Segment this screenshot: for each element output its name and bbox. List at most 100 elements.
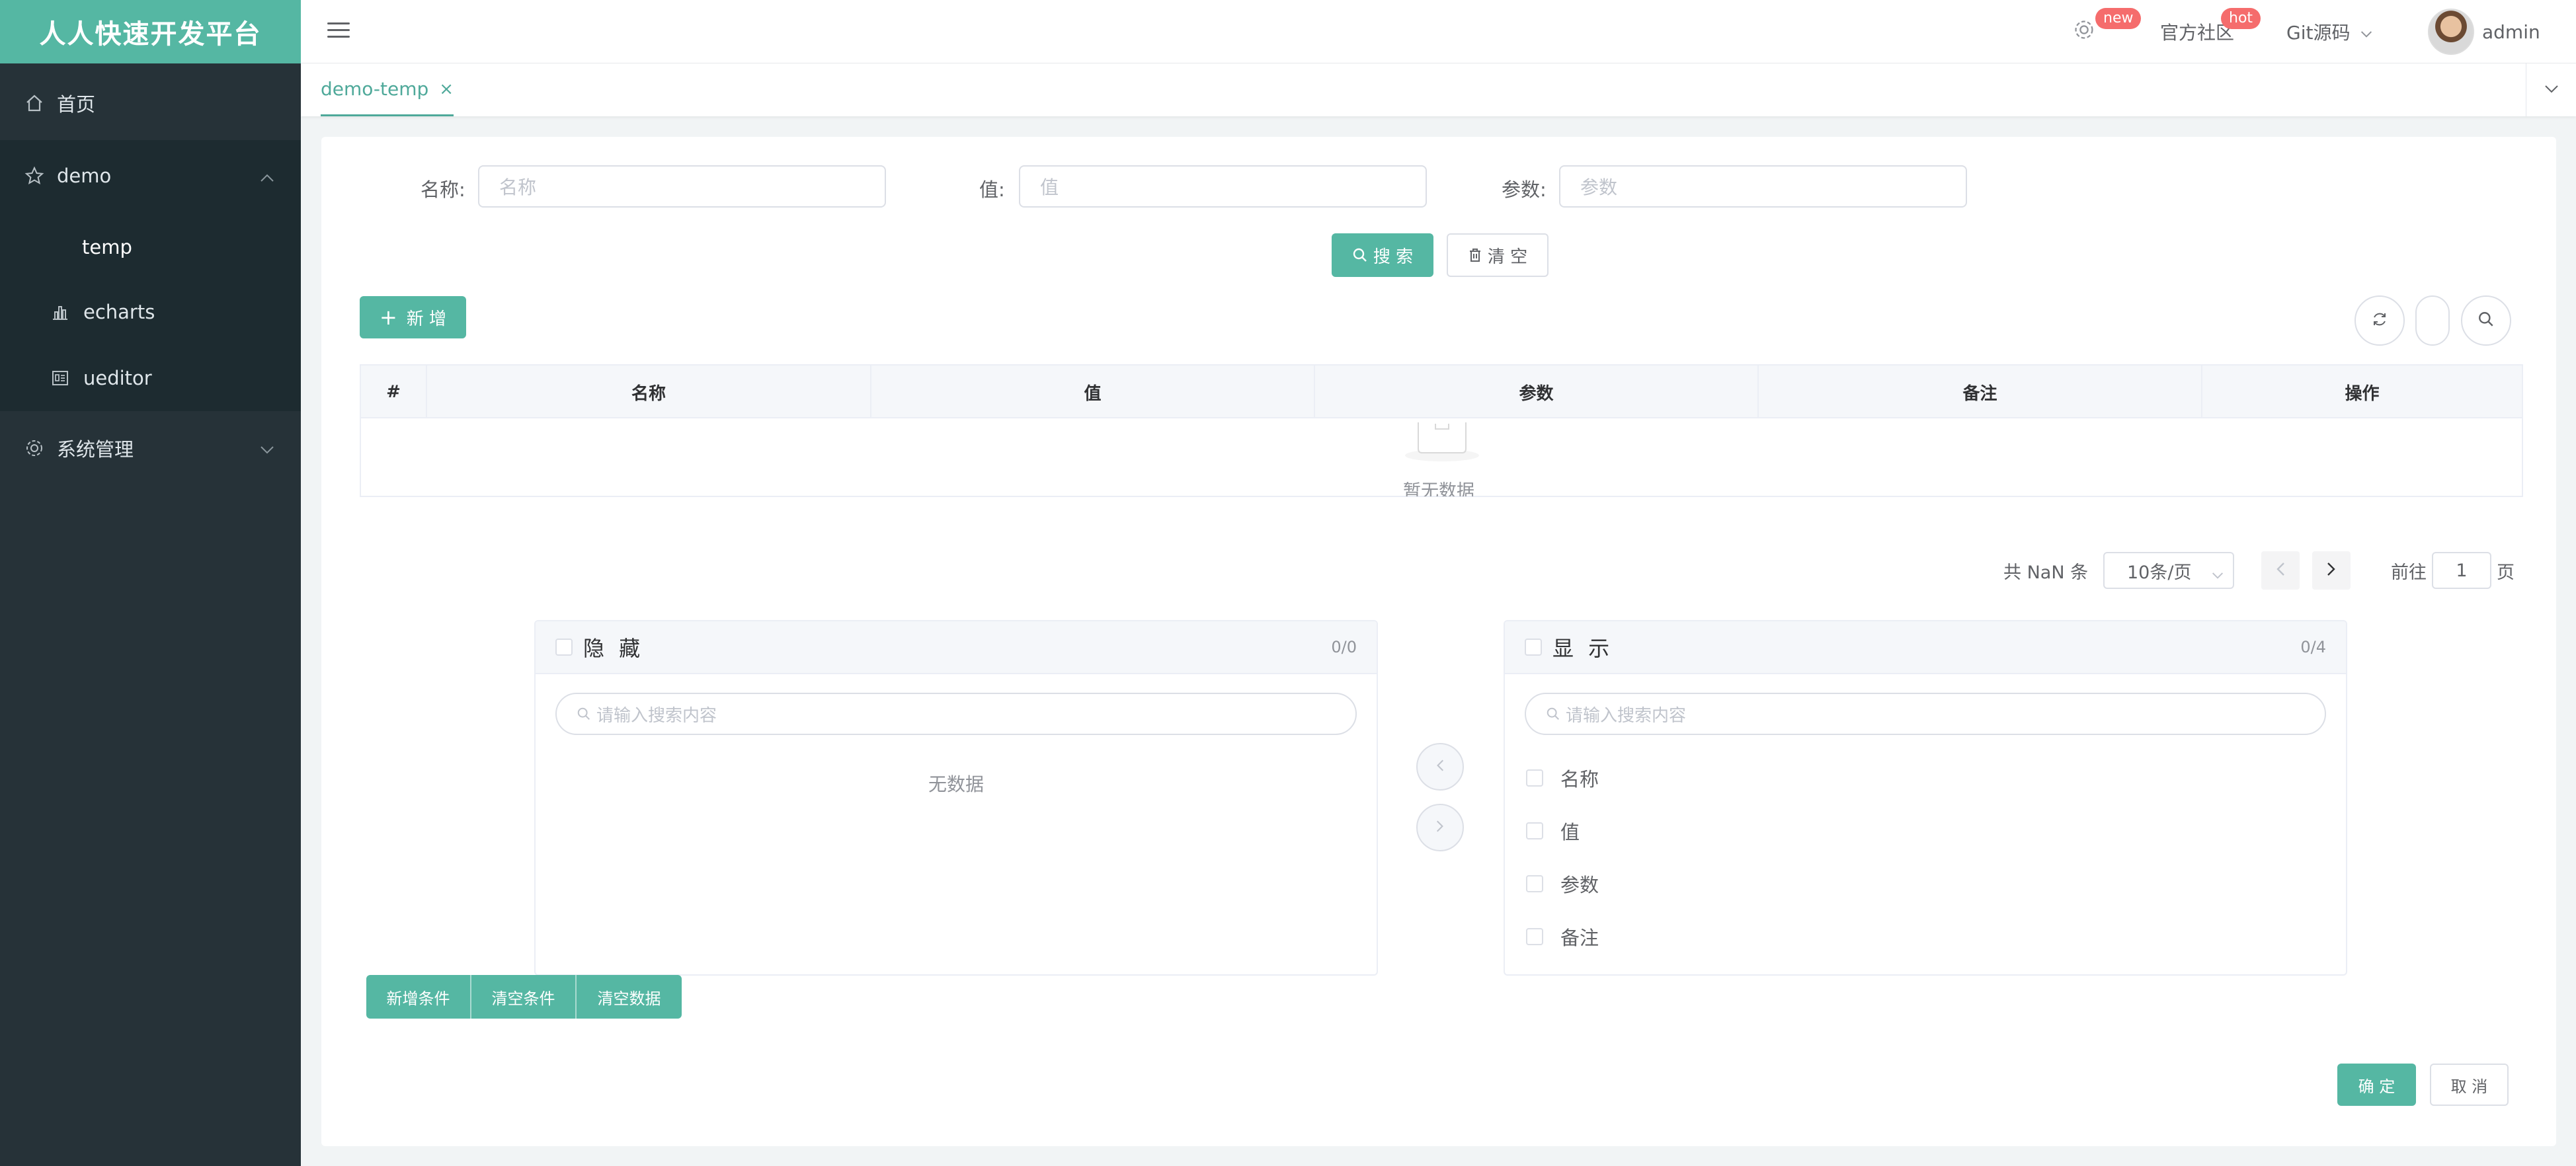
column-header-actions: 操作 (2345, 383, 2380, 404)
transfer-right-header: 显 示 0/4 (1505, 621, 2346, 674)
sidebar-subitem-echarts[interactable]: echarts (0, 286, 301, 338)
avatar (2428, 9, 2474, 55)
home-icon (24, 93, 45, 114)
add-button-label: 新 增 (406, 309, 447, 329)
sidebar: 人人快速开发平台 首页 demo temp echarts ueditor 系统… (0, 0, 301, 1166)
transfer-left-panel: 隐 藏 0/0 请输入搜索内容 无数据 (534, 620, 1378, 976)
theme-settings[interactable]: new (2073, 0, 2142, 63)
menu-toggle-icon[interactable] (327, 20, 351, 41)
item-checkbox[interactable] (1526, 769, 1543, 787)
move-right-button[interactable] (1416, 804, 1464, 851)
select-all-checkbox[interactable] (555, 639, 573, 656)
transfer-item[interactable]: 备注 (1526, 923, 1599, 951)
tab-demo-temp[interactable]: demo-temp × (321, 63, 454, 116)
goto-label: 前往 (2391, 562, 2427, 583)
gear-icon (2073, 19, 2095, 46)
select-all-checkbox[interactable] (1525, 639, 1542, 656)
clear-condition-button[interactable]: 清空条件 (471, 975, 577, 1019)
move-left-button[interactable] (1416, 743, 1464, 791)
transfer-left-header: 隐 藏 0/0 (536, 621, 1377, 674)
editor-icon (50, 368, 70, 388)
transfer-item-label: 值 (1560, 821, 1580, 843)
column-header-param: 参数 (1315, 366, 1759, 418)
cancel-button[interactable]: 取 消 (2430, 1064, 2509, 1106)
chevron-down-icon (2360, 21, 2372, 43)
chevron-left-icon (2276, 562, 2285, 579)
search-placeholder: 请输入搜索内容 (596, 705, 717, 726)
add-button[interactable]: + 新 增 (360, 296, 466, 338)
transfer-item-label: 备注 (1560, 927, 1599, 949)
trash-icon (1468, 247, 1482, 263)
sidebar-item-system[interactable]: 系统管理 (0, 422, 301, 475)
sidebar-item-label: temp (82, 236, 132, 258)
item-checkbox[interactable] (1526, 875, 1543, 892)
column-header-index: # (361, 366, 427, 418)
chevron-down-icon (260, 437, 274, 459)
param-input[interactable]: 参数 (1559, 165, 1967, 208)
community-link[interactable]: 官方社区 hot (2160, 0, 2261, 63)
column-header-remark: 备注 (1759, 366, 2202, 418)
table-header: # 名称 值 参数 备注 操作 (361, 366, 2522, 418)
sidebar-item-label: ueditor (83, 367, 152, 389)
star-icon (24, 165, 45, 186)
transfer-left-count: 0/0 (1331, 638, 1357, 656)
git-source-dropdown[interactable]: Git源码 (2286, 0, 2372, 63)
chevron-up-icon (260, 165, 274, 187)
search-button-label: 搜 索 (1373, 247, 1414, 267)
user-menu[interactable]: admin (2428, 0, 2540, 63)
item-checkbox[interactable] (1526, 928, 1543, 945)
sidebar-item-label: demo (57, 165, 112, 187)
sidebar-item-home[interactable]: 首页 (0, 77, 301, 130)
bar-chart-icon (50, 302, 70, 322)
clear-data-button[interactable]: 清空数据 (577, 975, 682, 1019)
transfer-left-title: 隐 藏 (583, 636, 645, 661)
value-label: 值: (979, 178, 1005, 201)
tabs-more-dropdown[interactable] (2526, 63, 2576, 116)
git-label: Git源码 (2286, 22, 2351, 44)
username: admin (2482, 20, 2540, 43)
gear-icon (24, 438, 45, 459)
chevron-right-icon (2327, 562, 2336, 579)
transfer-right-panel: 显 示 0/4 请输入搜索内容 名称 值 参数 备注 (1504, 620, 2347, 976)
confirm-button[interactable]: 确 定 (2337, 1064, 2416, 1106)
item-checkbox[interactable] (1526, 822, 1543, 839)
clear-button-label: 清 空 (1487, 247, 1528, 267)
search-placeholder: 请输入搜索内容 (1566, 705, 1687, 726)
sidebar-item-label: echarts (83, 301, 155, 323)
columns-button[interactable] (2415, 295, 2450, 346)
data-table: # 名称 值 参数 备注 操作 暂无数据 (360, 364, 2523, 497)
sidebar-item-label: 系统管理 (57, 438, 134, 461)
transfer-item[interactable]: 值 (1526, 817, 1580, 845)
chevron-right-icon (1436, 820, 1444, 836)
page-number-input[interactable]: 1 (2432, 552, 2491, 589)
pagination-total: 共 NaN 条 (2003, 562, 2089, 583)
transfer-item[interactable]: 参数 (1526, 870, 1599, 898)
refresh-button[interactable] (2355, 295, 2405, 346)
transfer-right-count: 0/4 (2300, 638, 2326, 656)
sidebar-item-demo[interactable]: demo (0, 149, 301, 202)
next-page-button[interactable] (2312, 551, 2351, 590)
toggle-search-button[interactable] (2461, 295, 2511, 346)
transfer-item[interactable]: 名称 (1526, 764, 1599, 792)
transfer-left-search-input[interactable]: 请输入搜索内容 (555, 693, 1357, 735)
name-input[interactable]: 名称 (478, 165, 886, 208)
tab-label: demo-temp (321, 78, 429, 100)
search-icon (1546, 707, 1560, 721)
refresh-icon (2371, 311, 2388, 330)
empty-box-icon (1402, 422, 1482, 462)
clear-button[interactable]: 清 空 (1447, 233, 1549, 277)
value-input[interactable]: 值 (1019, 165, 1427, 208)
sidebar-subitem-ueditor[interactable]: ueditor (0, 352, 301, 405)
search-button[interactable]: 搜 索 (1332, 233, 1433, 277)
chevron-left-icon (1436, 759, 1444, 775)
add-condition-button[interactable]: 新增条件 (366, 975, 471, 1019)
sidebar-subitem-temp[interactable]: temp (0, 221, 301, 274)
search-icon (1352, 247, 1368, 263)
search-icon (2477, 311, 2495, 330)
close-icon[interactable]: × (439, 79, 454, 99)
transfer-right-search-input[interactable]: 请输入搜索内容 (1525, 693, 2326, 735)
transfer-left-empty: 无数据 (928, 773, 984, 795)
prev-page-button[interactable] (2261, 551, 2300, 590)
sidebar-item-label: 首页 (57, 93, 96, 116)
page-size-select[interactable]: 10条/页 (2103, 552, 2234, 589)
